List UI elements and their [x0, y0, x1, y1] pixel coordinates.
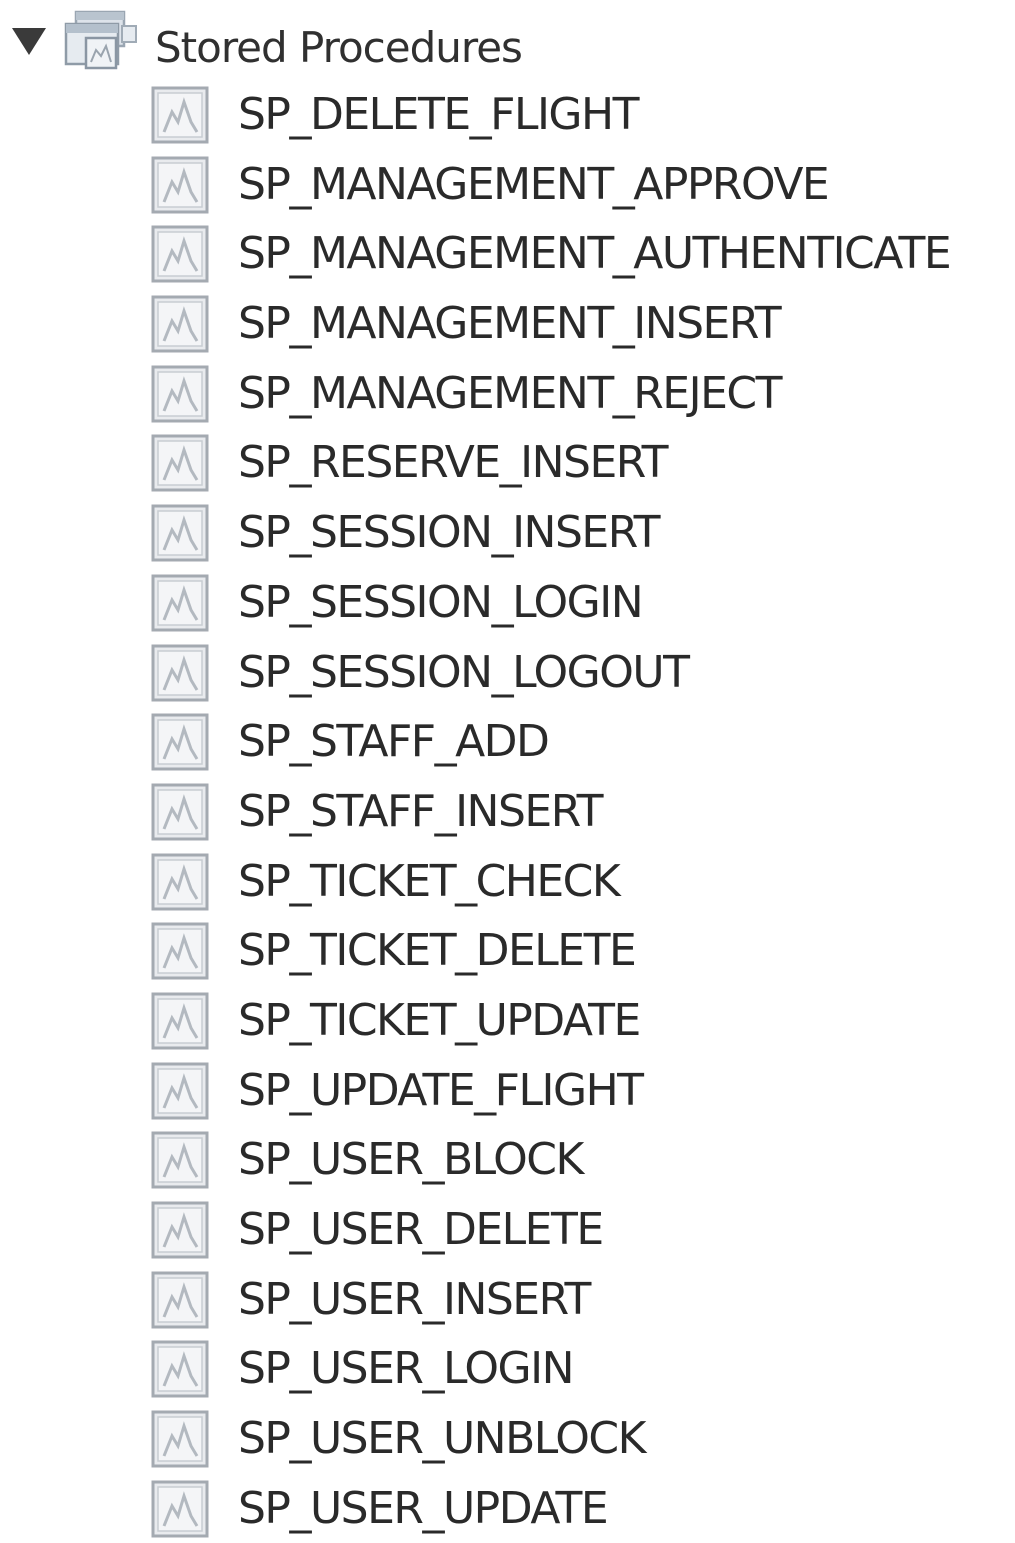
- stored-procedure-icon: [151, 1480, 209, 1538]
- stored-procedure-label: SP_UPDATE_FLIGHT: [238, 1064, 644, 1116]
- stored-procedure-label: SP_DELETE_FLIGHT: [238, 89, 640, 140]
- stored-procedure-list: SP_DELETE_FLIGHT SP_MANAGEMENT_APPROVE S…: [0, 80, 1015, 1543]
- stored-procedure-item[interactable]: SP_SESSION_LOGIN: [0, 568, 1015, 638]
- stored-procedures-folder-icon: [64, 10, 137, 70]
- stored-procedure-icon: [151, 504, 209, 562]
- stored-procedure-icon: [151, 434, 209, 492]
- stored-procedure-icon: [151, 1201, 209, 1259]
- stored-procedure-item[interactable]: SP_UPDATE_FLIGHT: [0, 1056, 1015, 1126]
- stored-procedure-icon: [151, 295, 209, 353]
- stored-procedure-icon: [151, 853, 209, 911]
- stored-procedure-item[interactable]: SP_USER_DELETE: [0, 1195, 1015, 1265]
- stored-procedure-item[interactable]: SP_TICKET_CHECK: [0, 847, 1015, 917]
- stored-procedure-label: SP_USER_DELETE: [238, 1204, 604, 1255]
- stored-procedure-item[interactable]: SP_SESSION_LOGOUT: [0, 638, 1015, 708]
- stored-procedure-label: SP_TICKET_UPDATE: [238, 994, 641, 1046]
- stored-procedure-label: SP_MANAGEMENT_APPROVE: [238, 158, 830, 210]
- triangle-down-icon[interactable]: [12, 28, 46, 55]
- stored-procedure-item[interactable]: SP_USER_INSERT: [0, 1265, 1015, 1335]
- stored-procedure-icon: [151, 713, 209, 771]
- stored-procedure-label: SP_TICKET_CHECK: [238, 855, 621, 907]
- stored-procedure-item[interactable]: SP_MANAGEMENT_AUTHENTICATE: [0, 219, 1015, 289]
- stored-procedure-item[interactable]: SP_RESERVE_INSERT: [0, 428, 1015, 498]
- stored-procedure-label: SP_RESERVE_INSERT: [238, 437, 669, 489]
- stored-procedure-item[interactable]: SP_DELETE_FLIGHT: [0, 80, 1015, 150]
- stored-procedures-folder[interactable]: Stored Procedures: [0, 0, 1015, 80]
- stored-procedure-icon: [151, 644, 209, 701]
- stored-procedure-icon: [151, 1340, 209, 1398]
- stored-procedure-label: SP_STAFF_INSERT: [238, 785, 603, 837]
- stored-procedure-icon: [151, 574, 209, 632]
- stored-procedure-label: SP_SESSION_LOGIN: [238, 576, 644, 628]
- stored-procedure-label: SP_USER_INSERT: [238, 1273, 591, 1325]
- stored-procedure-icon: [151, 1062, 209, 1120]
- stored-procedure-label: SP_STAFF_ADD: [238, 716, 550, 768]
- stored-procedure-icon: [151, 922, 209, 980]
- stored-procedure-icon: [151, 365, 209, 423]
- stored-procedure-icon: [151, 86, 209, 144]
- stored-procedure-icon: [151, 783, 209, 841]
- object-tree: Stored Procedures SP_DELETE_FLIGHT SP_MA…: [0, 0, 1015, 1538]
- stored-procedure-item[interactable]: SP_MANAGEMENT_APPROVE: [0, 150, 1015, 220]
- stored-procedure-icon: [151, 1271, 209, 1329]
- stored-procedure-item[interactable]: SP_MANAGEMENT_INSERT: [0, 289, 1015, 359]
- stored-procedure-item[interactable]: SP_USER_LOGIN: [0, 1334, 1015, 1404]
- stored-procedure-label: SP_USER_BLOCK: [238, 1134, 584, 1186]
- stored-procedure-item[interactable]: SP_TICKET_UPDATE: [0, 986, 1015, 1056]
- stored-procedure-label: SP_MANAGEMENT_AUTHENTICATE: [238, 228, 952, 280]
- stored-procedure-label: SP_MANAGEMENT_INSERT: [238, 298, 782, 350]
- folder-label: Stored Procedures: [155, 23, 523, 72]
- stored-procedure-item[interactable]: SP_MANAGEMENT_REJECT: [0, 359, 1015, 429]
- stored-procedure-label: SP_USER_UPDATE: [238, 1482, 609, 1534]
- stored-procedure-item[interactable]: SP_SESSION_INSERT: [0, 498, 1015, 568]
- stored-procedure-item[interactable]: SP_STAFF_INSERT: [0, 777, 1015, 847]
- stored-procedure-icon: [151, 156, 209, 214]
- stored-procedure-icon: [151, 1131, 209, 1189]
- stored-procedure-icon: [151, 992, 209, 1050]
- stored-procedure-label: SP_SESSION_INSERT: [238, 507, 660, 559]
- stored-procedure-item[interactable]: SP_USER_BLOCK: [0, 1125, 1015, 1195]
- stored-procedure-item[interactable]: SP_USER_UNBLOCK: [0, 1404, 1015, 1474]
- stored-procedure-label: SP_USER_UNBLOCK: [238, 1413, 646, 1465]
- stored-procedure-icon: [151, 1410, 209, 1468]
- stored-procedure-label: SP_SESSION_LOGOUT: [238, 646, 690, 698]
- stored-procedure-label: SP_TICKET_DELETE: [238, 925, 637, 977]
- stored-procedure-icon: [151, 225, 209, 283]
- stored-procedure-label: SP_USER_LOGIN: [238, 1343, 575, 1395]
- stored-procedure-label: SP_MANAGEMENT_REJECT: [238, 367, 782, 419]
- stored-procedure-item[interactable]: SP_TICKET_DELETE: [0, 916, 1015, 986]
- stored-procedure-item[interactable]: SP_STAFF_ADD: [0, 707, 1015, 777]
